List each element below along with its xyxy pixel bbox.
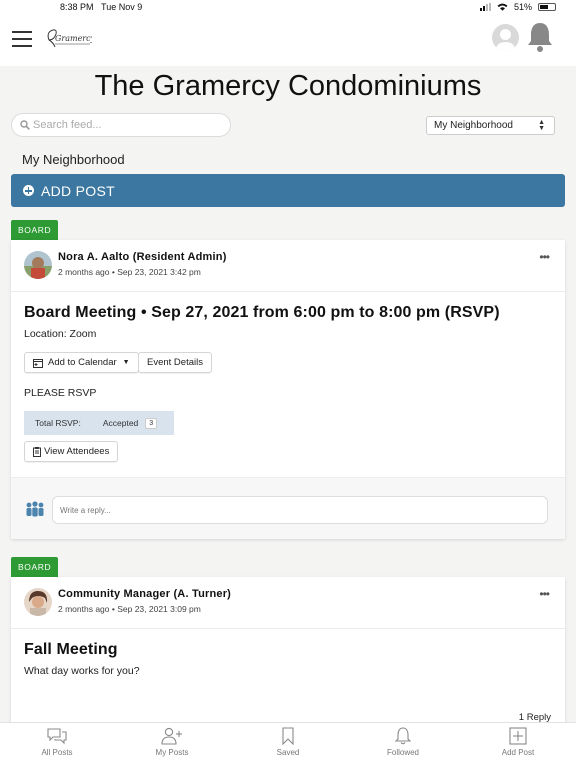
add-person-icon — [161, 727, 182, 745]
dropdown-caret-icon: ▼ — [122, 359, 130, 366]
tab-saved[interactable]: Saved — [248, 727, 328, 757]
search-input[interactable] — [33, 119, 213, 131]
post-title: Fall Meeting — [24, 641, 118, 658]
tab-label: Followed — [386, 748, 419, 757]
post-tag: BOARD — [11, 557, 59, 577]
select-caret-icon: ▲ ▼ — [538, 119, 545, 132]
tab-my-posts[interactable]: My Posts — [132, 727, 212, 757]
tab-all-posts[interactable]: All Posts — [17, 727, 97, 757]
status-bar: 8:38 PM Tue Nov 9 51% — [0, 0, 576, 14]
bell-icon — [395, 727, 411, 745]
rsvp-total-label: Total RSVP: — [35, 418, 81, 428]
tab-add-post[interactable]: Add Post — [478, 727, 558, 757]
post-header: Nora A. Aalto (Resident Admin) 2 months … — [11, 240, 565, 292]
plus-circle-icon — [23, 185, 34, 196]
search-bar[interactable] — [11, 113, 231, 137]
plus-square-icon — [509, 727, 527, 745]
tab-label: Add Post — [501, 748, 535, 757]
calendar-icon — [33, 358, 43, 368]
clipboard-icon — [33, 446, 41, 457]
wifi-icon — [497, 3, 508, 11]
battery-icon — [538, 3, 556, 11]
view-attendees-button[interactable]: View Attendees — [24, 441, 119, 462]
add-to-calendar-label: Add to Calendar — [48, 357, 117, 368]
bottom-tab-bar: All Posts My Posts Saved Followed Add Po… — [0, 722, 576, 768]
reply-input[interactable] — [52, 496, 548, 524]
tab-label: My Posts — [155, 748, 189, 757]
view-attendees-label: View Attendees — [44, 446, 110, 457]
post-title: Board Meeting • Sep 27, 2021 from 6:00 p… — [24, 304, 500, 321]
post-body: What day works for you? — [24, 665, 140, 677]
tab-label: Saved — [276, 748, 300, 757]
event-details-label: Event Details — [147, 357, 203, 368]
rsvp-summary: Total RSVP: Accepted 3 — [24, 411, 174, 435]
neighborhood-select-value: My Neighborhood — [434, 120, 513, 131]
post-timestamp: 2 months ago • Sep 23, 2021 3:42 pm — [58, 267, 201, 277]
add-post-label: ADD POST — [41, 182, 115, 199]
add-to-calendar-button[interactable]: Add to Calendar ▼ — [24, 352, 139, 373]
add-post-button[interactable]: ADD POST — [11, 174, 565, 207]
status-time: 8:38 PM Tue Nov 9 — [60, 2, 143, 12]
tab-followed[interactable]: Followed — [363, 727, 443, 757]
event-details-button[interactable]: Event Details — [138, 352, 212, 373]
cellular-signal-icon — [479, 3, 491, 11]
chat-bubbles-icon — [47, 728, 67, 745]
post-card: Nora A. Aalto (Resident Admin) 2 months … — [11, 240, 565, 539]
group-icon — [26, 501, 44, 517]
more-options-icon[interactable]: ••• — [539, 250, 550, 264]
post-tag: BOARD — [11, 220, 59, 240]
reply-section — [11, 477, 565, 539]
neighborhood-select[interactable]: My Neighborhood ▲ ▼ — [426, 116, 555, 135]
gramercy-logo[interactable]: Gramercy — [44, 26, 96, 50]
svg-text:Gramercy: Gramercy — [55, 34, 92, 43]
rsvp-accepted-count: 3 — [145, 417, 158, 429]
menu-icon[interactable] — [12, 31, 32, 47]
section-label: My Neighborhood — [22, 152, 125, 167]
author-avatar[interactable] — [24, 588, 52, 616]
event-location: Location: Zoom — [24, 328, 97, 340]
author-name[interactable]: Nora A. Aalto (Resident Admin) — [58, 251, 227, 263]
notification-bell-icon[interactable] — [526, 20, 554, 54]
rsvp-accepted-label: Accepted — [102, 418, 139, 428]
battery-percent: 51% — [513, 2, 532, 12]
author-avatar[interactable] — [24, 251, 52, 279]
search-icon — [20, 120, 30, 130]
post-body: PLEASE RSVP — [24, 387, 97, 399]
tab-label: All Posts — [41, 748, 73, 757]
post-timestamp: 2 months ago • Sep 23, 2021 3:09 pm — [58, 604, 201, 614]
app-header: Gramercy — [0, 14, 576, 66]
post-header: Community Manager (A. Turner) 2 months a… — [11, 577, 565, 629]
post-card: Community Manager (A. Turner) 2 months a… — [11, 577, 565, 727]
page-title: The Gramercy Condominiums — [94, 70, 482, 102]
more-options-icon[interactable]: ••• — [539, 587, 550, 601]
bookmark-icon — [282, 727, 294, 745]
author-name[interactable]: Community Manager (A. Turner) — [58, 588, 231, 600]
status-indicators: 51% — [479, 2, 556, 12]
profile-avatar[interactable] — [492, 24, 519, 51]
